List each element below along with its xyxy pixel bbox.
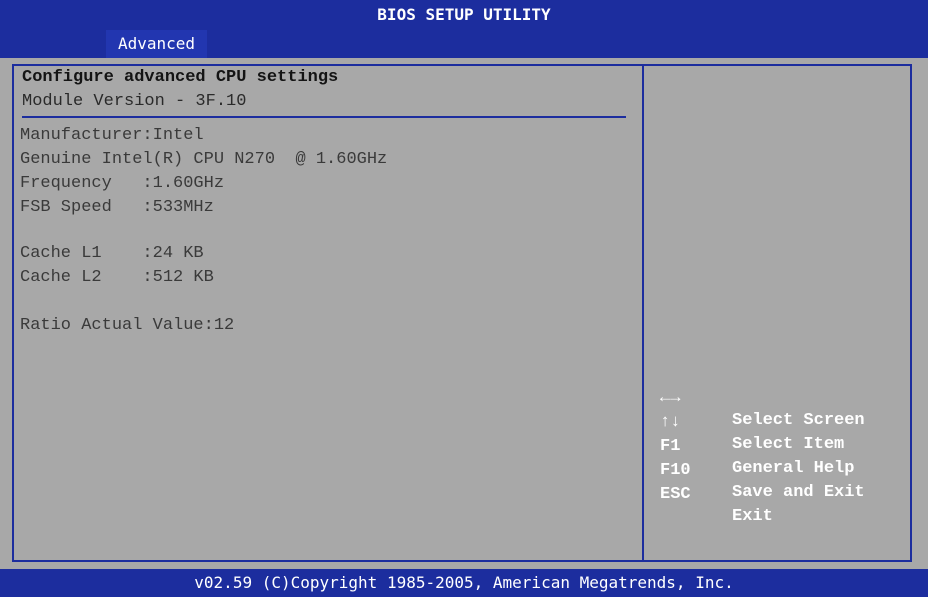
cache-l2-line: Cache L2 :512 KB xyxy=(20,268,214,287)
help-desc: Select Screen xyxy=(732,411,865,430)
manufacturer-line: Manufacturer:Intel xyxy=(20,126,204,145)
tab-advanced[interactable]: Advanced xyxy=(106,30,208,58)
bios-title: BIOS SETUP UTILITY xyxy=(0,0,928,30)
cpu-model-line: Genuine Intel(R) CPU N270 @ 1.60GHz xyxy=(20,150,388,169)
help-desc: General Help xyxy=(732,459,855,478)
cache-l1-line: Cache L1 :24 KB xyxy=(20,244,204,263)
fsb-speed-line: FSB Speed :533MHz xyxy=(20,198,214,217)
module-version: Module Version - 3F.10 xyxy=(22,92,247,111)
help-row-save-exit: F10 Save and Exit xyxy=(660,438,865,502)
panel-divider xyxy=(642,64,644,562)
heading-rule xyxy=(22,116,626,118)
help-row-select-screen: ←→ Select Screen xyxy=(660,366,865,430)
tab-bar: Advanced xyxy=(0,30,928,58)
section-heading: Configure advanced CPU settings xyxy=(22,68,339,87)
help-row-exit: ESC Exit xyxy=(660,462,773,526)
help-desc: Exit xyxy=(732,507,773,526)
help-key: ESC xyxy=(660,485,691,504)
frequency-line: Frequency :1.60GHz xyxy=(20,174,225,193)
copyright-footer: v02.59 (C)Copyright 1985-2005, American … xyxy=(0,569,928,597)
help-desc: Select Item xyxy=(732,435,845,454)
help-row-select-item: ↑↓ Select Item xyxy=(660,390,844,454)
help-row-general-help: F1 General Help xyxy=(660,414,854,478)
ratio-line: Ratio Actual Value:12 xyxy=(20,316,235,335)
help-desc: Save and Exit xyxy=(732,483,865,502)
